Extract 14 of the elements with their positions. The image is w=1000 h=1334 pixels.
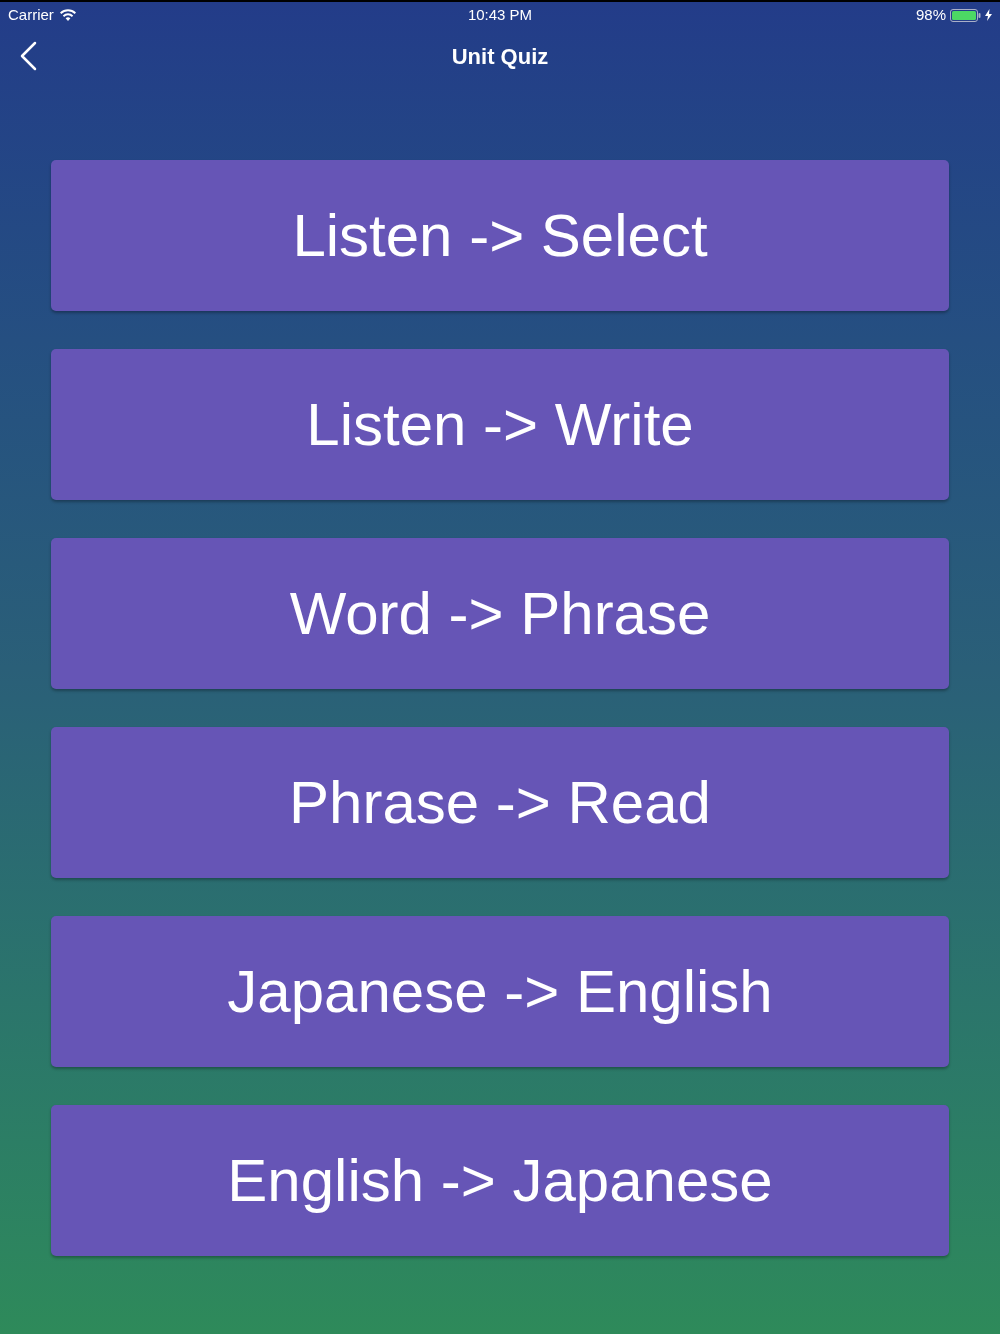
quiz-option-button[interactable]: Word -> Phrase xyxy=(51,538,949,689)
charging-bolt-icon xyxy=(985,9,992,21)
status-time: 10:43 PM xyxy=(466,4,534,25)
battery-percentage: 98% xyxy=(915,4,946,25)
quiz-option-button[interactable]: Japanese -> English xyxy=(51,916,949,1067)
quiz-option-button[interactable]: English -> Japanese xyxy=(51,1105,949,1256)
wifi-icon xyxy=(59,9,76,21)
nav-title: Unit Quiz xyxy=(451,42,549,71)
back-chevron-icon xyxy=(19,41,37,71)
carrier-label: Carrier xyxy=(8,4,54,25)
quiz-option-button[interactable]: Listen -> Write xyxy=(51,349,949,500)
battery-icon xyxy=(950,8,981,22)
quiz-option-button[interactable]: Phrase -> Read xyxy=(51,727,949,878)
quiz-option-button[interactable]: Listen -> Select xyxy=(51,160,949,311)
